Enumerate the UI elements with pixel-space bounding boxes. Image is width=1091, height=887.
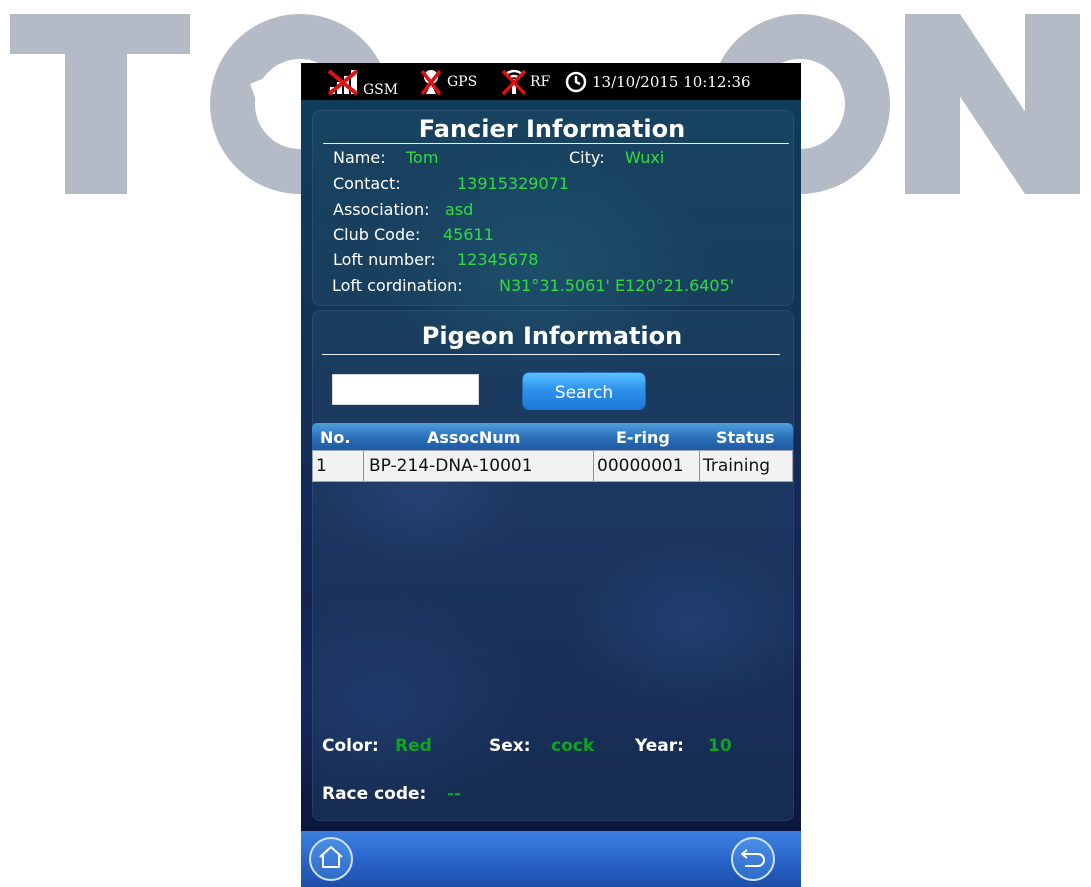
table-row[interactable]: 1 BP-214-DNA-10001 00000001 Training — [312, 450, 793, 482]
bottom-nav-bar — [301, 831, 801, 887]
color-label: Color: — [322, 736, 379, 756]
sex-value: cock — [551, 736, 595, 756]
pigeon-title: Pigeon Information — [421, 322, 683, 350]
status-bar: GSM GPS RF 13/10/2015 10:12:36 — [301, 63, 801, 100]
loft-number-value: 12345678 — [457, 250, 539, 269]
loft-coordination-value: N31°31.5061' E120°21.6405' — [499, 276, 735, 295]
home-icon — [317, 844, 345, 875]
club-code-value: 45611 — [443, 225, 494, 244]
gps-off-icon — [419, 63, 443, 100]
col-header-status: Status — [716, 428, 775, 447]
name-label: Name: — [333, 148, 386, 167]
clock-icon — [565, 63, 587, 100]
year-value: 10 — [708, 736, 732, 756]
loft-coordination-label: Loft cordination: — [332, 276, 463, 295]
rf-label: RF — [530, 73, 551, 90]
col-header-ering: E-ring — [616, 428, 670, 447]
cell-ering: 00000001 — [593, 451, 699, 481]
race-code-value: -- — [447, 784, 462, 804]
gsm-label: GSM — [363, 81, 399, 98]
club-code-label: Club Code: — [333, 225, 421, 244]
back-icon — [739, 845, 767, 874]
association-value: asd — [445, 200, 474, 219]
col-header-assocnum: AssocNum — [427, 428, 521, 447]
city-label: City: — [569, 148, 605, 167]
sex-label: Sex: — [489, 736, 531, 756]
search-input[interactable] — [332, 374, 479, 405]
contact-label: Contact: — [333, 174, 401, 193]
gps-label: GPS — [447, 73, 478, 90]
year-label: Year: — [635, 736, 684, 756]
color-value: Red — [395, 736, 432, 756]
signal-off-icon — [327, 63, 361, 100]
race-code-label: Race code: — [322, 784, 427, 804]
rf-off-icon — [500, 63, 528, 100]
home-button[interactable] — [309, 837, 353, 881]
association-label: Association: — [333, 200, 430, 219]
cell-no: 1 — [316, 456, 327, 476]
device-screen: GSM GPS RF 13/10/2015 10:12:36 Fancier I… — [301, 63, 801, 887]
pigeon-title-divider — [322, 354, 780, 355]
city-value: Wuxi — [625, 148, 665, 167]
fancier-title-divider — [323, 143, 789, 144]
table-header: No. AssocNum E-ring Status — [312, 423, 793, 450]
fancier-title: Fancier Information — [418, 115, 686, 143]
loft-number-label: Loft number: — [333, 250, 436, 269]
contact-value: 13915329071 — [457, 174, 569, 193]
cell-status: Training — [699, 451, 792, 481]
name-value: Tom — [406, 148, 439, 167]
cell-assocnum: BP-214-DNA-10001 — [363, 451, 593, 481]
datetime: 13/10/2015 10:12:36 — [592, 72, 751, 91]
back-button[interactable] — [731, 837, 775, 881]
search-button[interactable]: Search — [522, 372, 646, 410]
col-header-no: No. — [320, 428, 351, 447]
